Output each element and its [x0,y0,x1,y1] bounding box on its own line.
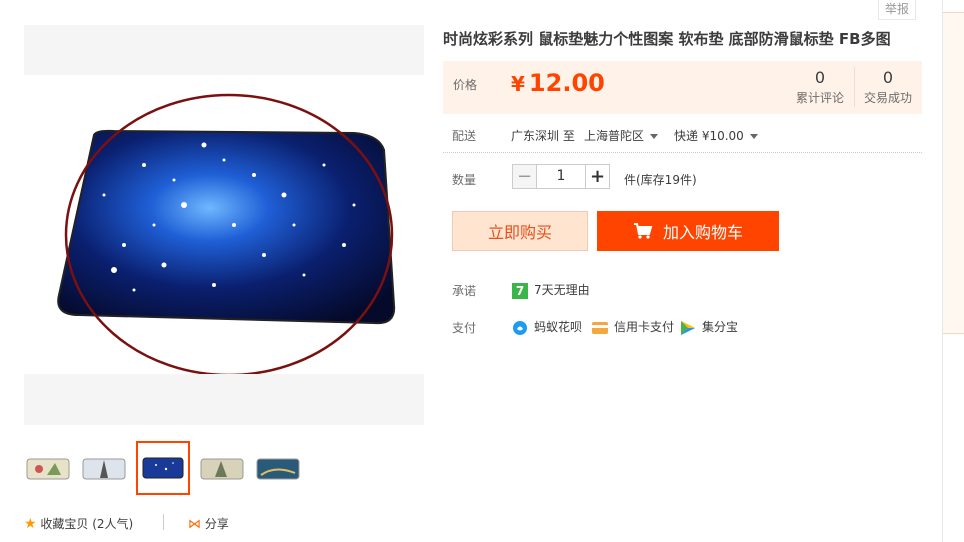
seven-day-return-icon: 7 [512,282,528,299]
thumbnail-1[interactable] [24,444,72,492]
payment-huabei[interactable]: 蚂蚁花呗 [512,318,582,336]
payment-credit-card-label: 信用卡支付 [614,320,675,334]
quantity-increase-button[interactable]: + [585,164,610,189]
sales-label: 交易成功 [863,91,912,105]
thumbnail-image-icon [142,457,184,479]
price-panel: 价格 ¥12.00 0 累计评论 0 交易成功 [443,61,922,114]
review-count: 0 [814,68,826,87]
chevron-down-icon [650,134,659,139]
share-label: 分享 [204,517,229,531]
payment-jifenbao[interactable]: 集分宝 [680,318,738,336]
payment-label: 支付 [452,321,477,335]
thumbnail-image-icon [200,458,244,480]
delivery-label: 配送 [452,129,477,143]
stat-sales[interactable]: 0 交易成功 [861,68,915,106]
main-image-top-band [24,25,424,75]
delivery-divider [443,152,922,153]
price-amount: 12.00 [528,69,605,97]
promise-item[interactable]: 7 7天无理由 [512,281,590,299]
thumbnail-image-icon [82,458,126,480]
review-label: 累计评论 [795,91,844,105]
star-icon: ★ [24,516,37,532]
payment-methods: 蚂蚁花呗 信用卡支付 集分宝 [512,318,738,336]
quantity-stepper: − 1 + [512,164,610,189]
quantity-input[interactable]: 1 [537,164,585,189]
main-image-bottom-band [24,374,424,425]
sales-count: 0 [882,68,894,87]
main-product-image[interactable] [24,75,424,377]
product-title: 时尚炫彩系列 鼠标垫魅力个性图案 软布垫 底部防滑鼠标垫 FB多图 [443,30,891,48]
thumbnail-4[interactable] [198,444,246,492]
payment-credit-card[interactable]: 信用卡支付 [592,318,674,336]
delivery-destination: 上海普陀区 [584,129,645,143]
stat-reviews[interactable]: 0 累计评论 [793,68,847,106]
credit-card-icon [592,320,609,336]
chevron-down-icon [749,134,758,139]
delivery-method-select[interactable]: 快递 ¥10.00 [674,127,758,144]
buy-now-button[interactable]: 立即购买 [452,211,588,251]
cart-icon [633,223,653,239]
thumbnail-strip [24,440,344,496]
thumbnail-3-selected[interactable] [136,441,190,495]
currency-symbol: ¥ [511,72,525,96]
quantity-label: 数量 [452,173,477,187]
huabei-icon [512,320,528,336]
favorite-link[interactable]: ★ 收藏宝贝 (2人气) [24,515,133,532]
price-value: ¥12.00 [511,69,605,97]
payment-huabei-label: 蚂蚁花呗 [534,320,583,334]
delivery-from: 广东深圳 至 [511,129,575,143]
delivery-destination-select[interactable]: 上海普陀区 [584,127,659,144]
add-to-cart-button[interactable]: 加入购物车 [597,211,779,251]
thumbnail-2[interactable] [80,444,128,492]
promise-label: 承诺 [452,284,477,298]
share-link[interactable]: ⋈ 分享 [188,515,229,532]
stock-info: 件(库存19件) [624,173,697,187]
thumbnail-5[interactable] [254,444,302,492]
footer-divider [163,514,164,530]
promise-text: 7天无理由 [534,283,590,297]
report-link[interactable]: 举报 [878,0,917,20]
payment-jifenbao-label: 集分宝 [702,320,739,334]
price-label: 价格 [453,78,478,92]
jifenbao-icon [680,320,696,336]
favorite-label: 收藏宝贝 [40,517,89,531]
delivery-method: 快递 ¥10.00 [674,129,744,143]
add-to-cart-label: 加入购物车 [662,223,743,242]
thumbnail-image-icon [256,458,300,480]
share-icon: ⋈ [188,517,201,532]
favorite-count: (2人气) [92,517,134,531]
quantity-decrease-button[interactable]: − [512,164,537,189]
stat-divider [854,67,855,107]
right-sidebar-panel [943,12,964,334]
thumbnail-image-icon [26,458,70,480]
